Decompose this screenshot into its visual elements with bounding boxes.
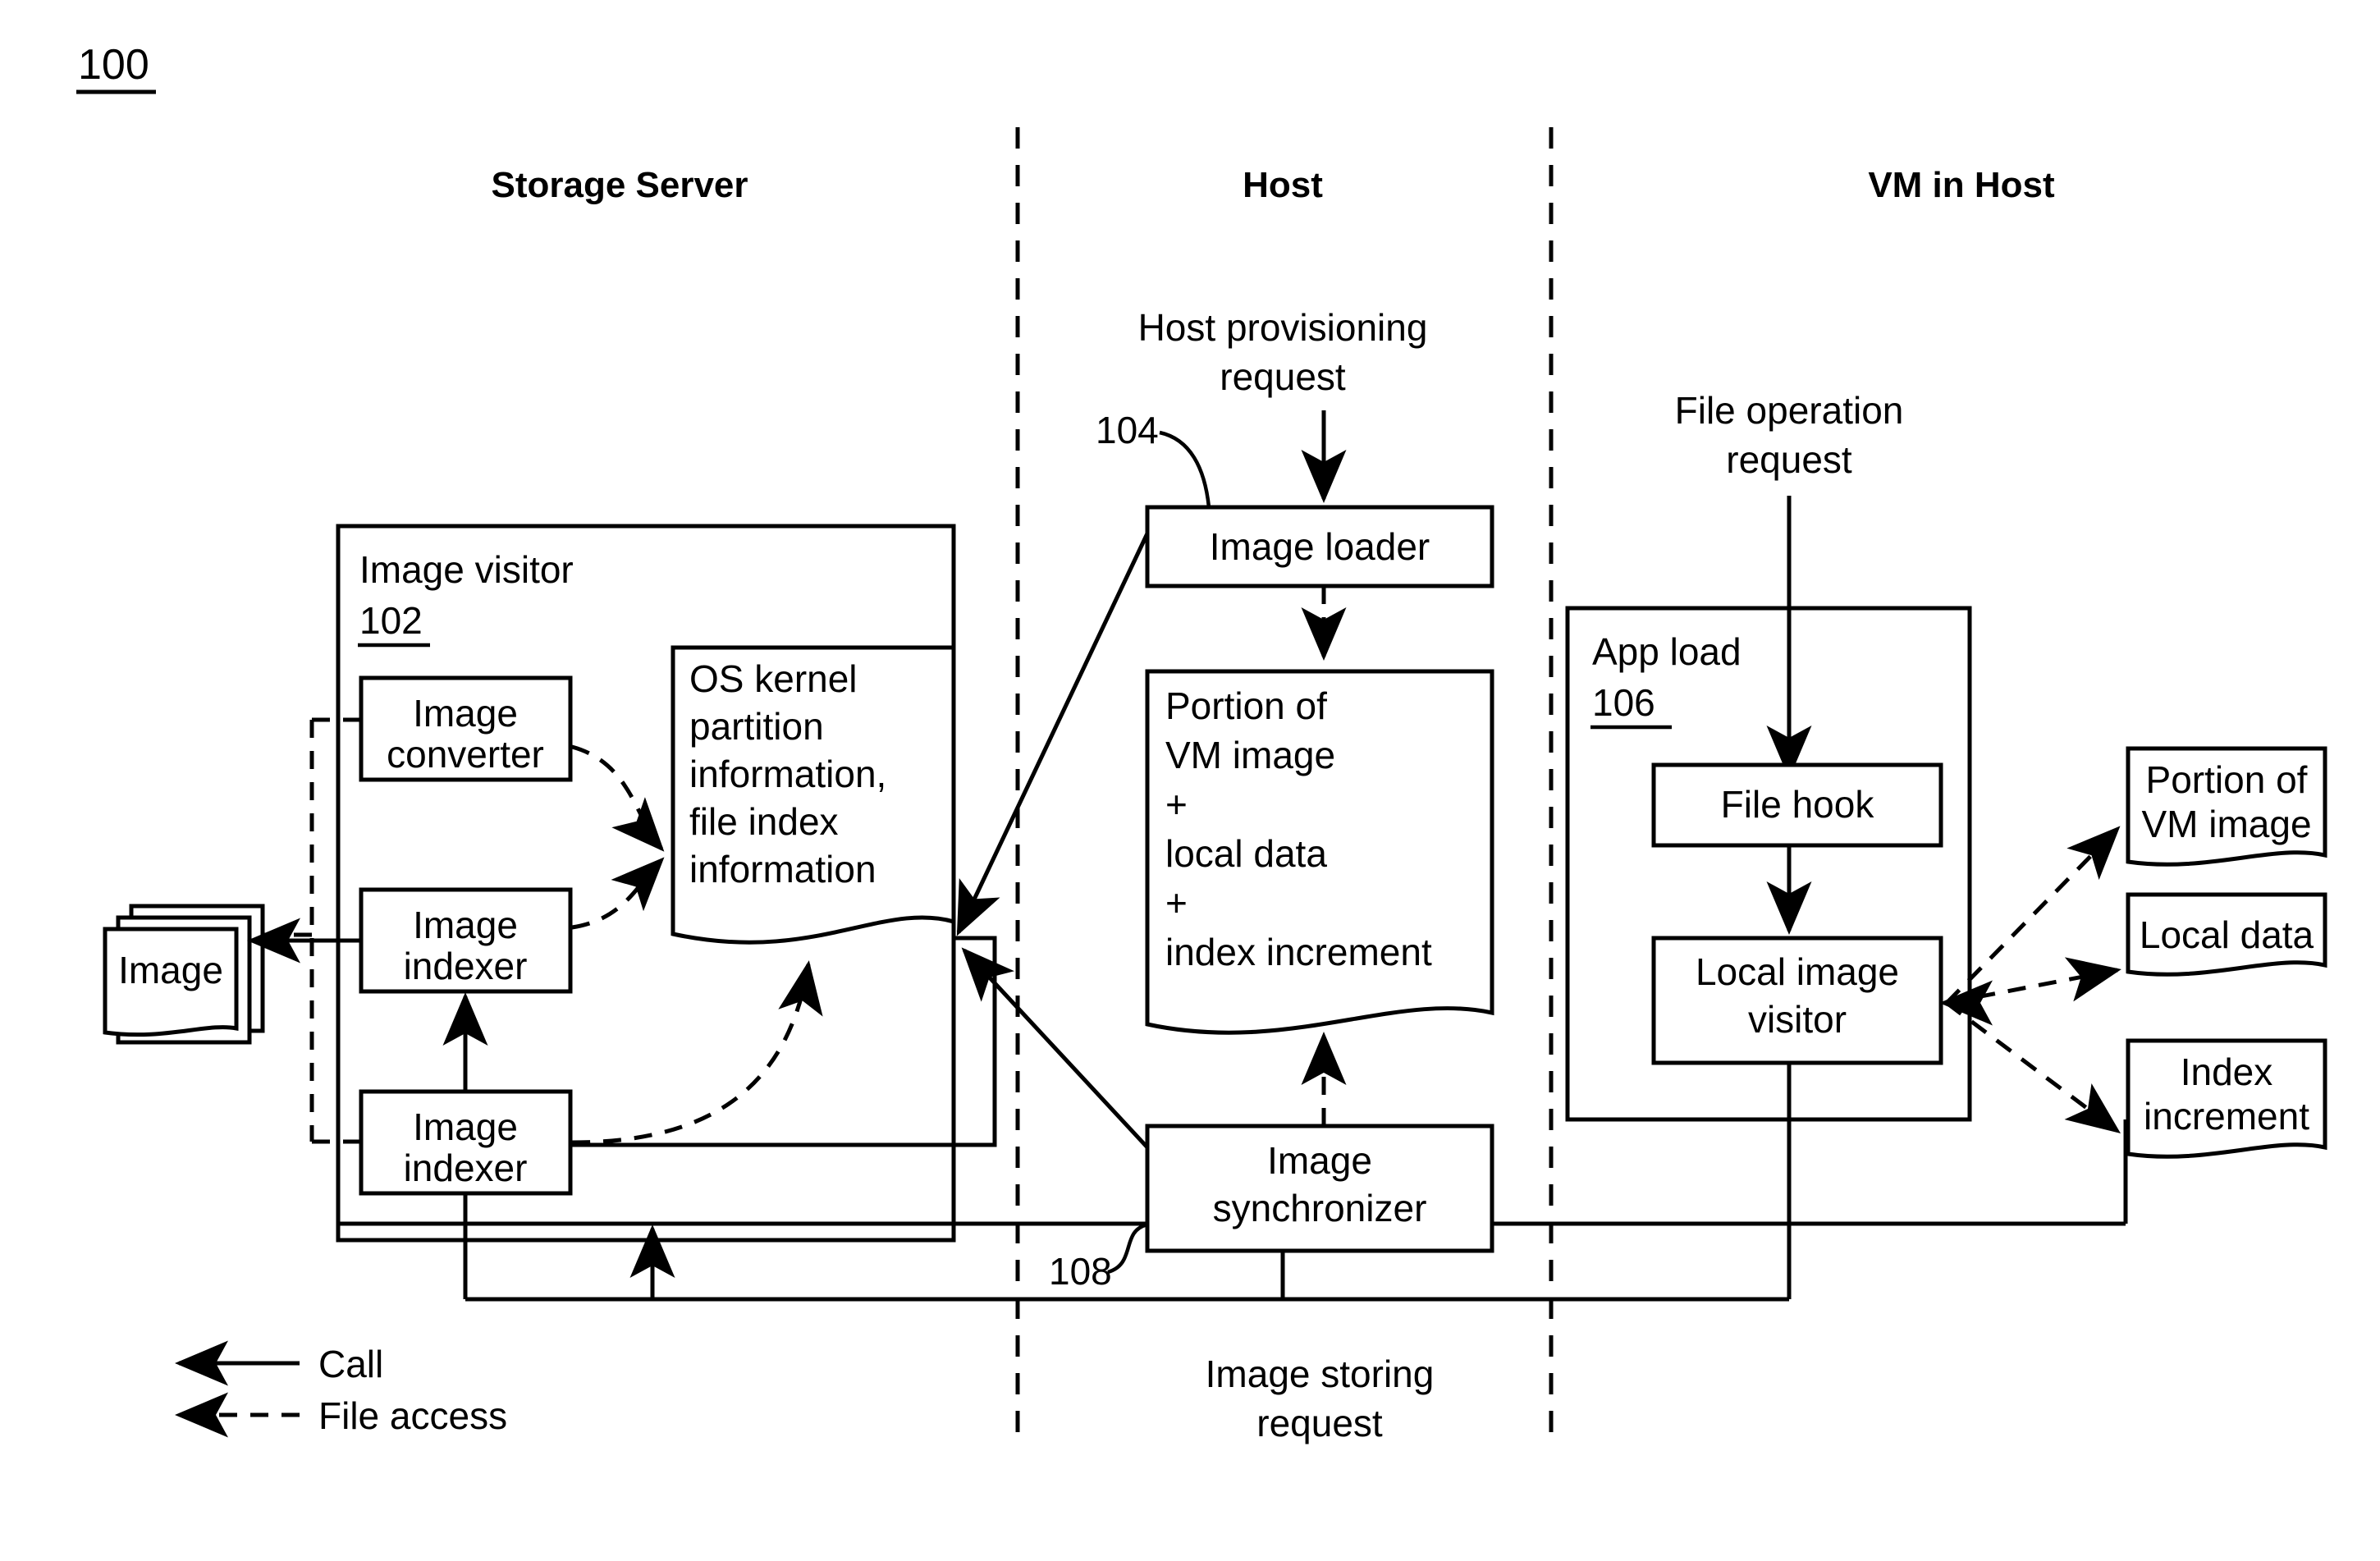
image-synchronizer-label-line1: Image (1267, 1139, 1372, 1182)
patent-diagram-canvas: 100 Storage Server Host VM in Host Image… (0, 0, 2380, 1561)
app-load-title: App load (1592, 630, 1742, 673)
image-visitor-title: Image visitor (359, 548, 574, 591)
image-indexer-upper-label-line2: indexer (404, 945, 528, 987)
legend-file-access-label: File access (318, 1394, 507, 1437)
output-local-data: Local data (2126, 892, 2327, 977)
call-arrow-loader-to-oskernel (956, 532, 1150, 936)
os-kernel-line1: OS kernel (689, 657, 858, 700)
output-local-data-label: Local data (2140, 913, 2314, 956)
os-kernel-line4: file index (689, 800, 839, 843)
ref-104-leader (1159, 430, 1211, 508)
column-header-storage-server: Storage Server (491, 165, 748, 205)
os-kernel-line5: information (689, 848, 876, 890)
image-loader-label: Image loader (1210, 525, 1430, 568)
file-hook-label: File hook (1721, 783, 1875, 826)
os-kernel-line3: information, (689, 753, 886, 795)
local-image-visitor-label-line1: Local image (1696, 950, 1899, 993)
ref-104-label: 104 (1096, 409, 1159, 451)
portion-line3: + (1165, 783, 1188, 826)
image-stack: Image (103, 904, 265, 1045)
local-image-visitor-label-line2: visitor (1748, 998, 1847, 1041)
os-kernel-line2: partition (689, 705, 824, 748)
portion-line1: Portion of (1165, 684, 1327, 727)
file-operation-request-line1: File operation (1675, 389, 1904, 432)
image-indexer-lower-label-line1: Image (413, 1106, 518, 1148)
image-storing-request-line1: Image storing (1206, 1353, 1435, 1395)
legend: Call File access (175, 1340, 507, 1438)
image-visitor-ref: 102 (359, 599, 423, 642)
output-portion-line2: VM image (2141, 803, 2311, 845)
host-provisioning-request-line1: Host provisioning (1138, 306, 1428, 349)
output-index-increment-line1: Index (2181, 1051, 2273, 1093)
ref-108-label: 108 (1049, 1250, 1112, 1293)
image-stack-label: Image (118, 949, 223, 991)
app-load-ref: 106 (1592, 681, 1655, 724)
image-converter-label-line1: Image (413, 692, 518, 735)
dashed-visitor-to-portion-of-vm-image (1945, 826, 2121, 1005)
host-provisioning-request-line2: request (1220, 355, 1346, 398)
image-storing-request-line2: request (1256, 1402, 1383, 1444)
column-header-host: Host (1243, 165, 1323, 205)
dashed-visitor-to-index-increment (1945, 1001, 2121, 1133)
figure-number: 100 (78, 41, 149, 89)
os-kernel-document: OS kernel partition information, file in… (671, 645, 956, 945)
diagram-svg: 100 Storage Server Host VM in Host Image… (76, 41, 2327, 1444)
image-synchronizer-label-line2: synchronizer (1213, 1187, 1427, 1229)
legend-call-label: Call (318, 1343, 383, 1385)
figure-number-group: 100 (76, 41, 156, 94)
column-header-vm-in-host: VM in Host (1868, 165, 2055, 205)
portion-line5: + (1165, 881, 1188, 924)
output-index-increment-line2: increment (2144, 1095, 2309, 1138)
output-index-increment: Index increment (2126, 1038, 2327, 1159)
image-converter-label-line2: converter (387, 733, 544, 776)
output-portion-line1: Portion of (2146, 758, 2308, 801)
image-indexer-upper-label-line1: Image (413, 904, 518, 946)
portion-line2: VM image (1165, 734, 1335, 776)
portion-line6: index increment (1165, 931, 1432, 973)
portion-line4: local data (1165, 832, 1327, 875)
ref-108-leader (1107, 1222, 1148, 1275)
output-portion-of-vm-image: Portion of VM image (2126, 746, 2327, 867)
call-arrow-synchronizer-to-oskernel (961, 947, 1149, 1149)
portion-vm-image-document-host: Portion of VM image + local data + index… (1145, 669, 1494, 1035)
file-operation-request-line2: request (1726, 438, 1852, 481)
image-indexer-lower-label-line2: indexer (404, 1147, 528, 1189)
